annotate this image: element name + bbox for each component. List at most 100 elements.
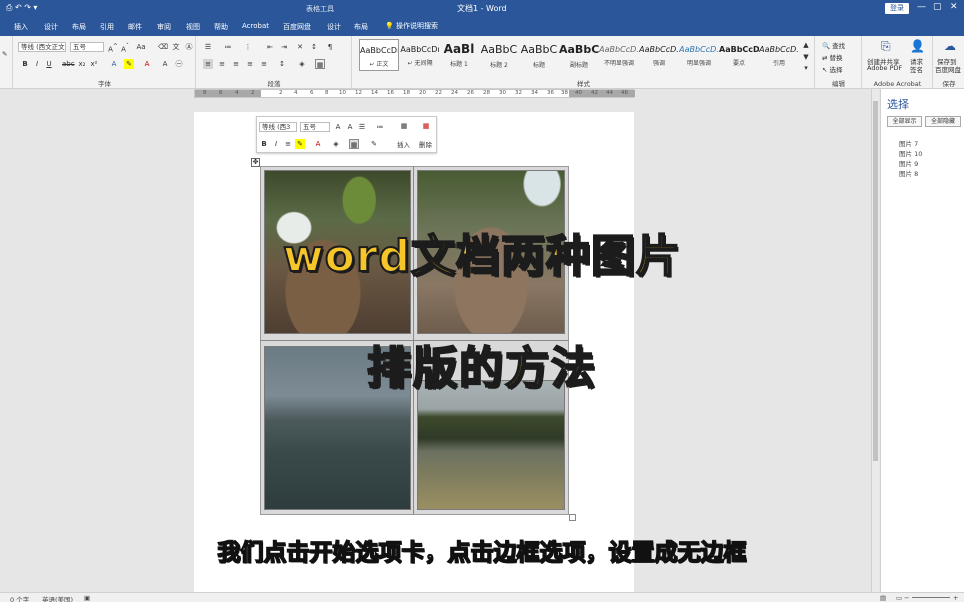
- language-indicator[interactable]: 英语(美国): [42, 594, 73, 602]
- select-button[interactable]: ↖ 选择: [822, 64, 843, 74]
- mini-numbering-icon[interactable]: ≔: [375, 122, 385, 132]
- mini-font-size-combo[interactable]: 五号: [300, 122, 330, 132]
- mini-font-name-combo[interactable]: 等线 (西3: [259, 122, 297, 132]
- photo-lake-trees[interactable]: [417, 380, 565, 510]
- mini-shading-icon[interactable]: ◈: [331, 139, 341, 149]
- distribute-icon[interactable]: ≡: [259, 59, 269, 69]
- char-border-icon[interactable]: Ⓐ: [184, 42, 194, 52]
- underline-icon[interactable]: U: [44, 59, 54, 69]
- clear-format-icon[interactable]: ⌫: [158, 42, 168, 52]
- style-subtitle[interactable]: AaBbC 副标题: [559, 39, 599, 71]
- accessibility-icon[interactable]: ▣: [84, 594, 90, 602]
- tab-acrobat[interactable]: Acrobat: [242, 22, 269, 30]
- line-spacing-icon[interactable]: ↕: [277, 59, 287, 69]
- create-share-pdf-button-line2[interactable]: Adobe PDF: [867, 64, 902, 72]
- show-marks-icon[interactable]: ¶: [325, 42, 335, 52]
- subscript-icon[interactable]: x₂: [77, 59, 87, 69]
- tab-view[interactable]: 视图: [186, 22, 200, 32]
- decrease-indent-icon[interactable]: ⇤: [265, 42, 275, 52]
- zoom-slider[interactable]: [912, 597, 950, 598]
- phonetic-guide-icon[interactable]: 文: [171, 42, 181, 52]
- scrollbar-thumb[interactable]: [873, 101, 878, 461]
- tab-design[interactable]: 设计: [44, 22, 58, 32]
- styles-scroll-up-icon[interactable]: ▲: [801, 40, 811, 50]
- mini-italic-icon[interactable]: I: [271, 139, 281, 149]
- print-layout-icon[interactable]: ▤: [880, 594, 886, 602]
- numbering-icon[interactable]: ≔: [223, 42, 233, 52]
- pane-item-picture[interactable]: 图片 7: [899, 138, 918, 148]
- tab-references[interactable]: 引用: [100, 22, 114, 32]
- increase-indent-icon[interactable]: ⇥: [279, 42, 289, 52]
- mini-bold-icon[interactable]: B: [259, 139, 269, 149]
- show-all-button[interactable]: 全部显示: [887, 116, 922, 127]
- table-resize-handle[interactable]: [569, 514, 576, 521]
- minimize-icon[interactable]: —: [917, 2, 926, 12]
- multilevel-list-icon[interactable]: ⋮: [243, 42, 253, 52]
- text-effects-icon[interactable]: A: [109, 59, 119, 69]
- vertical-scrollbar[interactable]: [871, 89, 879, 592]
- align-right-icon[interactable]: ≡: [231, 59, 241, 69]
- shrink-font-icon[interactable]: Aˇ: [120, 42, 130, 53]
- font-size-combo[interactable]: 五号: [70, 42, 104, 52]
- style-subtle-emphasis[interactable]: AaBbCcD. 不明显强调: [599, 39, 639, 71]
- mini-highlight-icon[interactable]: ✎: [295, 139, 305, 149]
- mini-shrink-font-icon[interactable]: A: [345, 122, 355, 132]
- chinese-layout-icon[interactable]: ✕: [295, 42, 305, 52]
- mini-insert-table-icon[interactable]: ▦: [397, 121, 411, 131]
- web-layout-icon[interactable]: ▭: [896, 594, 902, 602]
- tab-review[interactable]: 审阅: [157, 22, 171, 32]
- tab-layout[interactable]: 布局: [72, 22, 86, 32]
- mini-grow-font-icon[interactable]: A: [333, 122, 343, 132]
- request-signature-button-line2[interactable]: 签名: [910, 64, 923, 74]
- tab-insert[interactable]: 插入: [14, 22, 28, 32]
- style-quote[interactable]: AaBbCcD. 引用: [759, 39, 799, 71]
- bullets-icon[interactable]: ☰: [203, 42, 213, 52]
- style-heading-1[interactable]: AaBl 标题 1: [439, 39, 479, 71]
- pane-item-picture[interactable]: 图片 9: [899, 158, 918, 168]
- tell-me-search[interactable]: 💡 操作说明搜索: [385, 21, 438, 31]
- style-normal[interactable]: AaBbCcDı ↵ 正文: [359, 39, 399, 71]
- shading-icon[interactable]: ◈: [297, 59, 307, 69]
- save-to-netdisk-button-line2[interactable]: 百度网盘: [935, 64, 961, 74]
- mini-font-color-icon[interactable]: A: [313, 139, 323, 149]
- style-intense-emphasis[interactable]: AaBbCcD. 明显强调: [679, 39, 719, 71]
- tab-table-design[interactable]: 设计: [327, 22, 341, 32]
- mini-align-center-icon[interactable]: ≡: [283, 139, 293, 149]
- zoom-out-button[interactable]: −: [904, 594, 909, 602]
- style-emphasis[interactable]: AaBbCcD. 强调: [639, 39, 679, 71]
- italic-icon[interactable]: I: [32, 59, 42, 69]
- styles-more-icon[interactable]: ▾: [801, 63, 811, 73]
- tab-help[interactable]: 帮助: [214, 22, 228, 32]
- tab-table-layout[interactable]: 布局: [354, 22, 368, 32]
- mini-borders-icon[interactable]: ▦: [349, 139, 359, 149]
- maximize-icon[interactable]: ▢: [933, 2, 942, 12]
- style-no-spacing[interactable]: AaBbCcDı ↵ 无间隔: [400, 39, 440, 71]
- close-icon[interactable]: ✕: [950, 2, 958, 12]
- align-left-icon[interactable]: ≡: [203, 59, 213, 69]
- table-move-handle-icon[interactable]: ✥: [251, 158, 260, 167]
- quick-access-toolbar[interactable]: ⎙ ↶ ↷ ▾: [6, 3, 37, 13]
- login-button[interactable]: 登录: [885, 3, 909, 14]
- tab-mailings[interactable]: 邮件: [128, 22, 142, 32]
- align-center-icon[interactable]: ≡: [217, 59, 227, 69]
- mini-delete-button[interactable]: 删除: [419, 139, 432, 149]
- pane-item-picture[interactable]: 图片 10: [899, 148, 922, 158]
- pane-item-picture[interactable]: 图片 8: [899, 168, 918, 178]
- hide-all-button[interactable]: 全部隐藏: [925, 116, 961, 127]
- highlight-icon[interactable]: ✎: [124, 59, 134, 69]
- bold-icon[interactable]: B: [20, 59, 30, 69]
- zoom-in-button[interactable]: +: [953, 594, 958, 602]
- horizontal-ruler[interactable]: 8 6 4 2 2 4 6 8 10 12 14 16 18 20 22 24 …: [194, 89, 635, 98]
- font-name-combo[interactable]: 等线 (西文正文: [18, 42, 66, 52]
- word-count[interactable]: 0 个字: [10, 594, 29, 602]
- borders-icon[interactable]: ▦: [315, 59, 325, 69]
- replace-button[interactable]: ⇄ 替换: [822, 52, 843, 62]
- style-heading-2[interactable]: AaBbC 标题 2: [479, 39, 519, 71]
- font-color-icon[interactable]: A: [142, 59, 152, 69]
- superscript-icon[interactable]: x²: [89, 59, 99, 69]
- find-button[interactable]: 🔍 查找: [822, 40, 845, 50]
- grow-font-icon[interactable]: A^: [108, 42, 118, 53]
- sort-icon[interactable]: ↕: [309, 42, 319, 52]
- enclose-char-icon[interactable]: ㊀: [174, 59, 184, 69]
- format-painter-icon[interactable]: ✎: [2, 50, 7, 58]
